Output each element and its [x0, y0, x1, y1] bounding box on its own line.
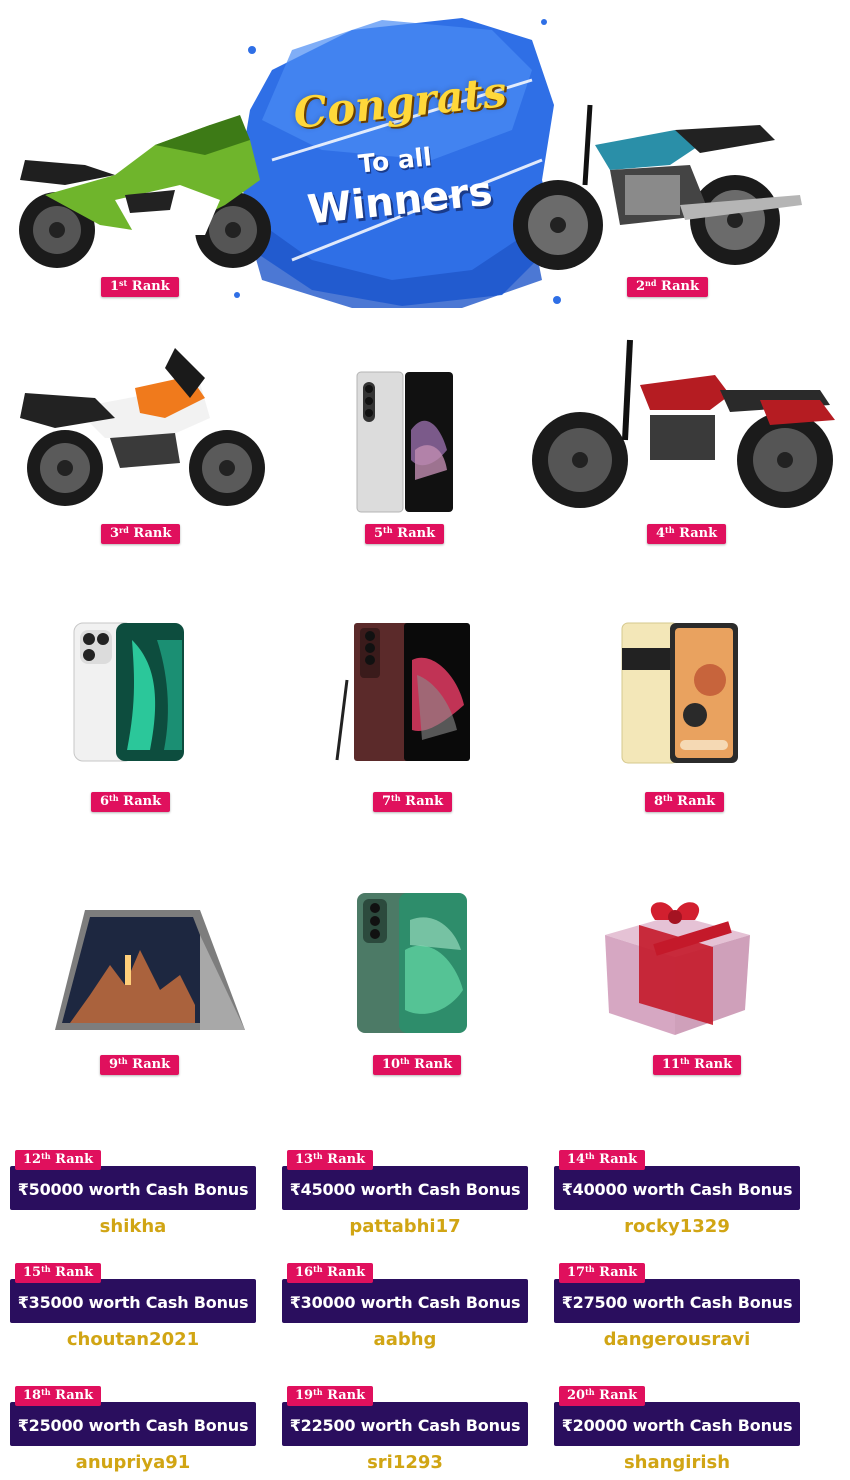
cash-gift-box-image — [595, 895, 760, 1040]
bonus-card-16: ₹30000 worth Cash Bonus 16th Rank aabhg — [282, 1263, 528, 1353]
rank-tag-8: 8th Rank — [645, 792, 725, 812]
blue-cafe-racer-motorcycle-image — [500, 75, 810, 275]
bonus-amount: ₹35000 worth Cash Bonus — [10, 1279, 256, 1323]
convertible-laptop-image — [50, 905, 250, 1035]
bonus-card-15: ₹35000 worth Cash Bonus 15th Rank chouta… — [10, 1263, 256, 1353]
oneplus-phone-image — [355, 890, 470, 1037]
rank-tag-1: 1st Rank — [101, 277, 179, 297]
rank-tag-13: 13th Rank — [287, 1150, 374, 1170]
winner-name: pattabhi17 — [349, 1216, 461, 1237]
rank-tag-15: 15th Rank — [15, 1263, 102, 1283]
rank-tag-17: 17th Rank — [559, 1263, 646, 1283]
bonus-amount: ₹25000 worth Cash Bonus — [10, 1402, 256, 1446]
rank-tag-5: 5th Rank — [365, 524, 445, 544]
rank-tag-7: 7th Rank — [373, 792, 453, 812]
rank-tag-16: 16th Rank — [287, 1263, 374, 1283]
rank-tag-10: 10th Rank — [373, 1055, 462, 1075]
winner-name: shangirish — [623, 1452, 731, 1473]
rank-tag-6: 6th Rank — [91, 792, 171, 812]
winner-name: aabhg — [373, 1329, 437, 1350]
bonus-card-12: ₹50000 worth Cash Bonus 12th Rank shikha — [10, 1150, 256, 1240]
winner-name: shikha — [99, 1216, 167, 1237]
bonus-card-18: ₹25000 worth Cash Bonus 18th Rank anupri… — [10, 1386, 256, 1476]
bonus-card-17: ₹27500 worth Cash Bonus 17th Rank danger… — [554, 1263, 800, 1353]
winner-name: rocky1329 — [624, 1216, 730, 1237]
bonus-amount: ₹30000 worth Cash Bonus — [282, 1279, 528, 1323]
rank-tag-18: 18th Rank — [15, 1386, 102, 1406]
bonus-amount: ₹45000 worth Cash Bonus — [282, 1166, 528, 1210]
winner-name: choutan2021 — [66, 1329, 200, 1350]
rank-tag-2: 2nd Rank — [627, 277, 708, 297]
bonus-amount: ₹22500 worth Cash Bonus — [282, 1402, 528, 1446]
foldable-phone-image — [355, 370, 455, 515]
pixel-phone-image — [620, 620, 740, 767]
winner-name: dangerousravi — [603, 1329, 751, 1350]
bonus-amount: ₹50000 worth Cash Bonus — [10, 1166, 256, 1210]
rank-tag-9: 9th Rank — [100, 1055, 180, 1075]
bonus-card-14: ₹40000 worth Cash Bonus 14th Rank rocky1… — [554, 1150, 800, 1240]
rank-tag-20: 20th Rank — [559, 1386, 646, 1406]
orange-adventure-motorcycle-image — [15, 338, 270, 513]
rank-tag-19: 19th Rank — [287, 1386, 374, 1406]
rank-tag-14: 14th Rank — [559, 1150, 646, 1170]
green-sport-motorcycle-image — [5, 85, 280, 275]
winner-name: sri1293 — [367, 1452, 443, 1473]
winner-name: anupriya91 — [75, 1452, 191, 1473]
iphone-image — [72, 620, 187, 765]
bonus-card-19: ₹22500 worth Cash Bonus 19th Rank sri129… — [282, 1386, 528, 1476]
rank-tag-12: 12th Rank — [15, 1150, 102, 1170]
bonus-amount: ₹27500 worth Cash Bonus — [554, 1279, 800, 1323]
rank-tag-11: 11th Rank — [653, 1055, 742, 1075]
rank-tag-4: 4th Rank — [647, 524, 727, 544]
samsung-galaxy-phone-image — [332, 620, 472, 765]
bonus-card-13: ₹45000 worth Cash Bonus 13th Rank pattab… — [282, 1150, 528, 1240]
bonus-amount: ₹20000 worth Cash Bonus — [554, 1402, 800, 1446]
rank-tag-3: 3rd Rank — [101, 524, 181, 544]
red-classic-motorcycle-image — [530, 330, 845, 515]
bonus-amount: ₹40000 worth Cash Bonus — [554, 1166, 800, 1210]
bonus-card-20: ₹20000 worth Cash Bonus 20th Rank shangi… — [554, 1386, 800, 1476]
